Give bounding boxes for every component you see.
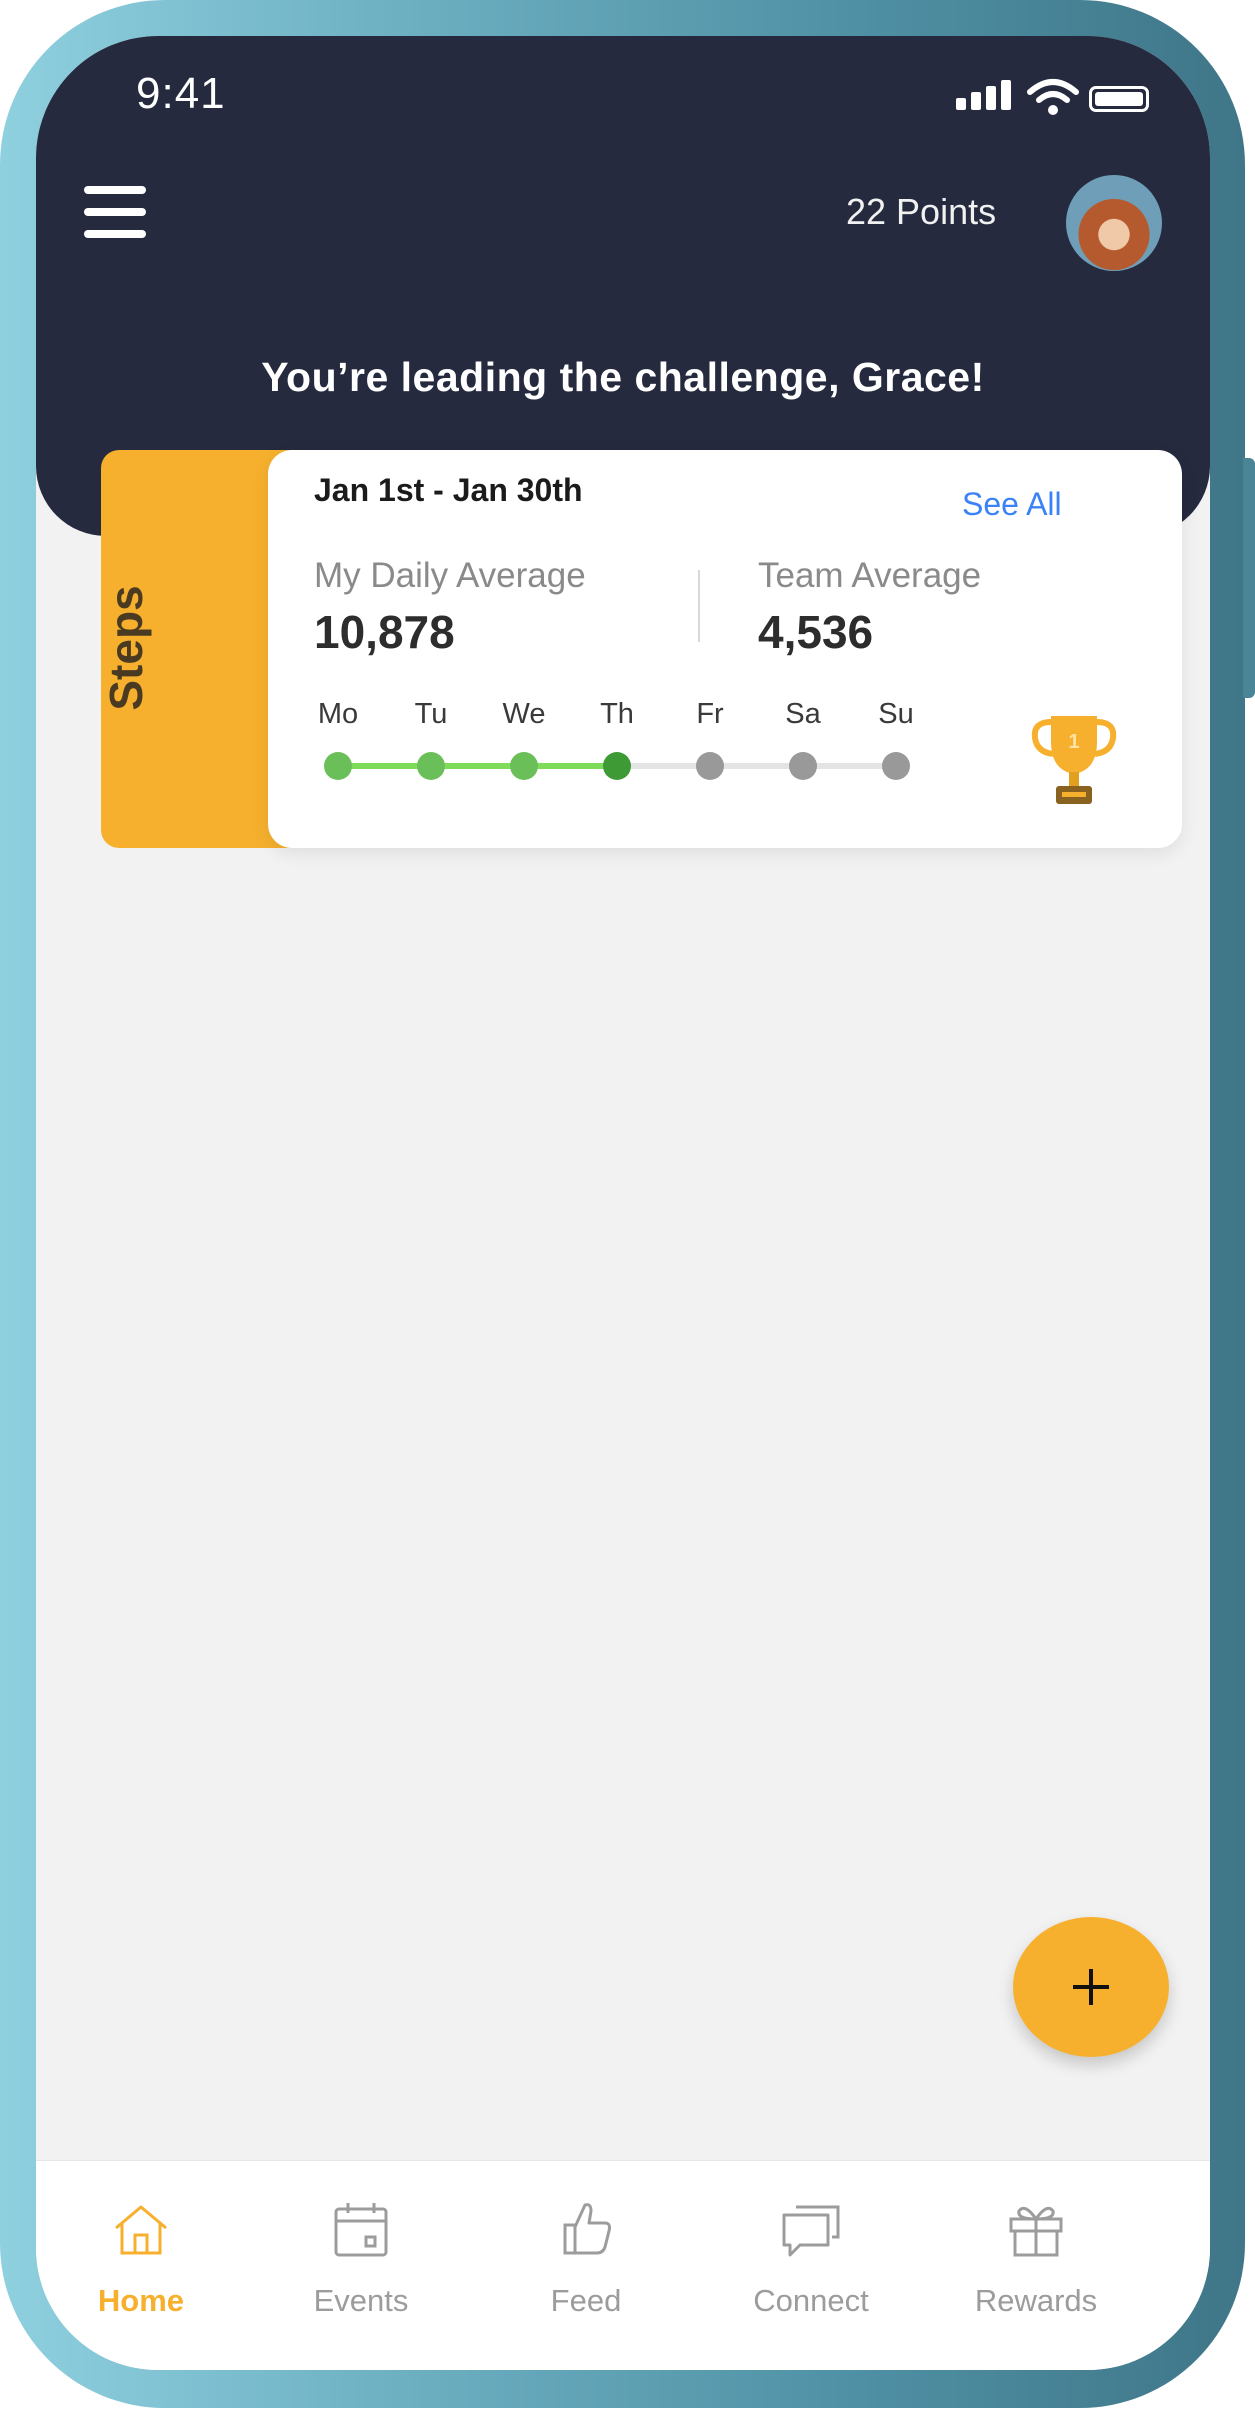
day-label: Tu: [414, 698, 448, 730]
progress-track-fill: [338, 763, 617, 769]
my-average-value: 10,878: [314, 606, 455, 658]
day-label: Su: [878, 698, 914, 730]
app-screen: 9:41 22 Points You’re leading the challe…: [36, 36, 1210, 2370]
nav-label-home: Home: [97, 2283, 185, 2318]
trophy-rank: 1: [1068, 731, 1079, 753]
day-label: Sa: [785, 698, 821, 730]
day-label: Th: [600, 698, 634, 730]
bottom-nav: Home Events Feed Connect Rewards: [36, 2160, 1210, 2370]
nav-item-home[interactable]: Home: [41, 2161, 241, 2370]
day-dot: [510, 752, 538, 780]
date-range: Jan 1st - Jan 30th: [314, 472, 583, 508]
menu-button[interactable]: [84, 186, 146, 242]
thumbs-up-icon: [563, 2203, 611, 2255]
calendar-icon: [334, 2203, 388, 2257]
chat-icon: [782, 2205, 840, 2257]
nav-label-feed: Feed: [550, 2283, 622, 2318]
challenge-category-label: Steps: [100, 585, 152, 711]
nav-label-connect: Connect: [753, 2283, 869, 2318]
battery-icon: [1089, 86, 1149, 112]
trophy-icon: 1: [1031, 716, 1117, 804]
status-time: 9:41: [136, 69, 226, 118]
challenge-card[interactable]: Jan 1st - Jan 30th See All My Daily Aver…: [268, 450, 1182, 848]
day-label: We: [502, 698, 546, 730]
plus-icon: [1073, 1969, 1109, 2005]
day-dot: [882, 752, 910, 780]
day-dot: [324, 752, 352, 780]
team-average-value: 4,536: [758, 606, 874, 658]
add-button[interactable]: [1013, 1917, 1169, 2057]
wifi-icon: [1027, 79, 1079, 115]
day-dot: [603, 752, 631, 780]
nav-label-events: Events: [313, 2283, 409, 2318]
nav-item-feed[interactable]: Feed: [486, 2161, 686, 2370]
nav-item-connect[interactable]: Connect: [711, 2161, 911, 2370]
nav-item-events[interactable]: Events: [261, 2161, 461, 2370]
team-average-label: Team Average: [758, 556, 982, 595]
day-dot: [417, 752, 445, 780]
avatar[interactable]: [1066, 175, 1162, 271]
signal-icon: [956, 78, 1016, 118]
side-button: [1243, 458, 1255, 698]
my-average-label: My Daily Average: [314, 556, 586, 595]
day-label: Mo: [317, 698, 359, 730]
page-headline: You’re leading the challenge, Grace!: [261, 354, 985, 400]
day-dot: [696, 752, 724, 780]
see-all-link[interactable]: See All: [962, 486, 1062, 523]
gift-icon: [1009, 2206, 1063, 2257]
day-dot: [789, 752, 817, 780]
points-counter[interactable]: 22 Points: [846, 191, 996, 233]
stat-divider: [698, 570, 700, 642]
home-icon: [115, 2205, 167, 2255]
nav-item-rewards[interactable]: Rewards: [936, 2161, 1136, 2370]
nav-label-rewards: Rewards: [974, 2283, 1098, 2318]
day-label: Fr: [696, 698, 724, 730]
